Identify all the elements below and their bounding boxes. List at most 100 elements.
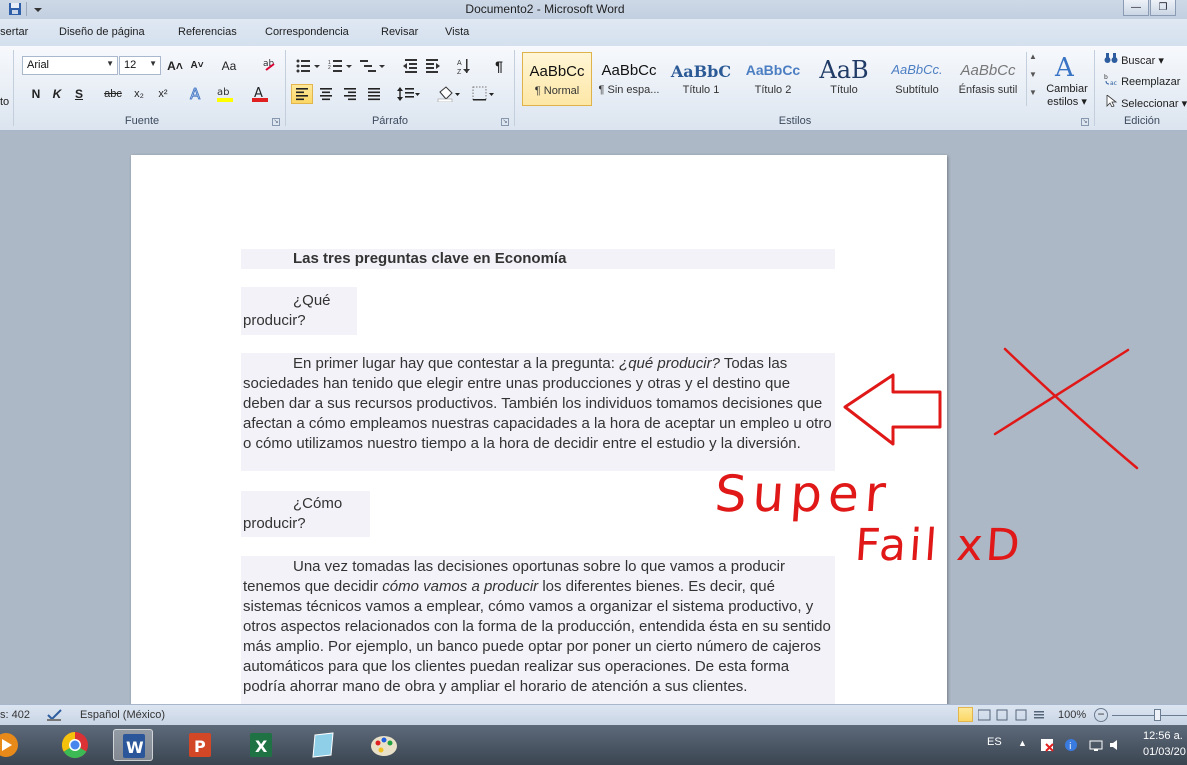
align-center-button[interactable] xyxy=(317,84,335,104)
styles-dialog-launcher[interactable]: ↘ xyxy=(1081,118,1089,126)
style-heading-2[interactable]: AaBbCc Título 2 xyxy=(738,52,808,106)
svg-text:W: W xyxy=(126,738,144,757)
print-layout-view-button[interactable] xyxy=(958,707,973,722)
svg-text:P: P xyxy=(194,737,206,756)
maximize-button[interactable]: ❐ xyxy=(1150,0,1176,16)
chrome-icon xyxy=(61,731,88,759)
annotation-fail: Fail xD xyxy=(853,520,1025,571)
font-color-button[interactable]: A xyxy=(251,84,269,104)
font-dialog-launcher[interactable]: ↘ xyxy=(272,118,280,126)
tab-view[interactable]: Vista xyxy=(445,26,469,38)
more-icon[interactable]: ▼ xyxy=(1027,88,1039,106)
find-button[interactable]: Buscar ▾ xyxy=(1104,52,1164,67)
zoom-level[interactable]: 100% xyxy=(1058,709,1086,721)
font-size-value: 12 xyxy=(124,59,137,71)
style-subtitle[interactable]: AaBbCc. Subtítulo xyxy=(882,52,952,106)
replace-icon: bac xyxy=(1104,74,1117,87)
powerpoint-taskbar-button[interactable]: P xyxy=(180,729,220,761)
document-area[interactable]: Las tres preguntas clave en Economía ¿Qu… xyxy=(0,131,1187,704)
paint-taskbar-button[interactable] xyxy=(364,729,404,761)
strikethrough-button[interactable]: abc xyxy=(104,84,122,104)
text-effects-button[interactable]: A xyxy=(187,84,205,104)
align-center-icon xyxy=(320,88,332,101)
zoom-slider[interactable] xyxy=(1112,715,1187,716)
justify-button[interactable] xyxy=(365,84,383,104)
zoom-out-button[interactable]: − xyxy=(1094,708,1108,722)
style-title[interactable]: AaB Título xyxy=(809,52,879,106)
tab-insert[interactable]: Insertar xyxy=(0,26,28,38)
style-sample: AaBbC xyxy=(670,62,732,81)
excel-taskbar-button[interactable]: X xyxy=(241,729,281,761)
minimize-button[interactable]: — xyxy=(1123,0,1149,16)
style-normal[interactable]: AaBbCc ¶ Normal xyxy=(522,52,592,106)
paragraph-dialog-launcher[interactable]: ↘ xyxy=(501,118,509,126)
scroll-up-icon[interactable]: ▲ xyxy=(1027,52,1039,70)
clear-format-button[interactable]: ab xyxy=(261,56,279,76)
svg-text:b: b xyxy=(1104,74,1108,81)
bold-button[interactable]: N xyxy=(27,84,45,104)
view-buttons-icons[interactable] xyxy=(978,709,1048,721)
svg-text:X: X xyxy=(255,737,268,756)
tray-language[interactable]: ES xyxy=(987,736,1002,748)
shading-button[interactable] xyxy=(437,84,461,104)
tab-page-layout[interactable]: Diseño de página xyxy=(59,26,145,38)
grow-font-button[interactable]: A˄ xyxy=(166,56,184,76)
paragraph-top-row-icons: 12 AZ xyxy=(296,59,470,75)
replace-button[interactable]: b ac Reemplazar xyxy=(1104,73,1180,88)
notes-taskbar-button[interactable] xyxy=(303,729,343,761)
chevron-down-icon: ▼ xyxy=(149,59,157,68)
borders-button[interactable] xyxy=(472,84,496,104)
change-case-button[interactable]: Aa xyxy=(220,56,238,76)
paint-palette-icon xyxy=(371,736,397,756)
tab-references[interactable]: Referencias xyxy=(178,26,237,38)
svg-text:A: A xyxy=(1054,53,1075,80)
align-left-button[interactable] xyxy=(291,84,313,104)
chrome-taskbar-button[interactable] xyxy=(55,729,95,761)
style-sample: AaBbCc xyxy=(960,62,1016,79)
language-status[interactable]: Español (México) xyxy=(80,709,165,721)
style-sample: AaBbCc xyxy=(601,62,657,79)
font-group-label: Fuente xyxy=(124,115,160,127)
font-name-combo[interactable]: Arial ▼ xyxy=(22,56,118,75)
zoom-slider-thumb[interactable] xyxy=(1154,709,1161,721)
scroll-down-icon[interactable]: ▼ xyxy=(1027,70,1039,88)
clock-date[interactable]: 01/03/20 xyxy=(1143,746,1186,758)
font-size-combo[interactable]: 12 ▼ xyxy=(119,56,161,75)
font-name-value: Arial xyxy=(27,59,50,71)
style-sample: AaBbCc xyxy=(529,63,585,80)
style-subtle-emphasis[interactable]: AaBbCc Énfasis sutil xyxy=(953,52,1023,106)
proofing-icon[interactable] xyxy=(46,708,64,722)
style-heading-1[interactable]: AaBbC Título 1 xyxy=(666,52,736,106)
tab-mailings[interactable]: Correspondencia xyxy=(265,26,349,38)
align-right-button[interactable] xyxy=(341,84,359,104)
tab-review[interactable]: Revisar xyxy=(381,26,418,38)
red-cross-stroke-1 xyxy=(1003,347,1139,470)
select-button[interactable]: Seleccionar ▾ xyxy=(1104,94,1187,110)
group-separator xyxy=(13,50,14,126)
taskbar: W P X ES ▲ i 12:56 a. 01/03/20 xyxy=(0,725,1187,765)
change-styles-button[interactable]: A Cambiar estilos ▾ xyxy=(1042,52,1092,112)
media-player-taskbar-button[interactable] xyxy=(0,729,22,761)
ribbon: to Arial ▼ 12 ▼ A˄ A˅ Aa ab N K S abc x₂… xyxy=(0,46,1187,131)
superscript-button[interactable]: x² xyxy=(154,84,172,104)
styles-gallery-scroll[interactable]: ▲ ▼ ▼ xyxy=(1026,52,1039,106)
title-bar: Documento2 - Microsoft Word — ❐ xyxy=(0,0,1187,19)
style-name: ¶ Normal xyxy=(534,85,580,97)
word-taskbar-button[interactable]: W xyxy=(113,729,153,761)
system-tray-icons[interactable]: i xyxy=(1040,738,1120,752)
show-hidden-icons-icon[interactable]: ▲ xyxy=(1018,738,1027,748)
change-styles-label-2: estilos ▾ xyxy=(1047,96,1087,108)
underline-button[interactable]: S xyxy=(70,84,88,104)
line-spacing-button[interactable] xyxy=(397,84,421,104)
select-label: Seleccionar ▾ xyxy=(1121,98,1187,110)
word-count[interactable]: s: 402 xyxy=(0,709,30,721)
show-marks-button[interactable]: ¶ xyxy=(490,56,508,76)
shrink-font-button[interactable]: A˅ xyxy=(188,56,206,76)
highlight-button[interactable]: ab xyxy=(216,84,236,104)
italic-button[interactable]: K xyxy=(48,84,66,104)
subscript-button[interactable]: x₂ xyxy=(130,84,148,104)
svg-text:Z: Z xyxy=(457,69,462,75)
clock-time[interactable]: 12:56 a. xyxy=(1143,730,1183,742)
style-sample: AaBbCc. xyxy=(891,62,943,77)
style-no-spacing[interactable]: AaBbCc ¶ Sin espa... xyxy=(594,52,664,106)
